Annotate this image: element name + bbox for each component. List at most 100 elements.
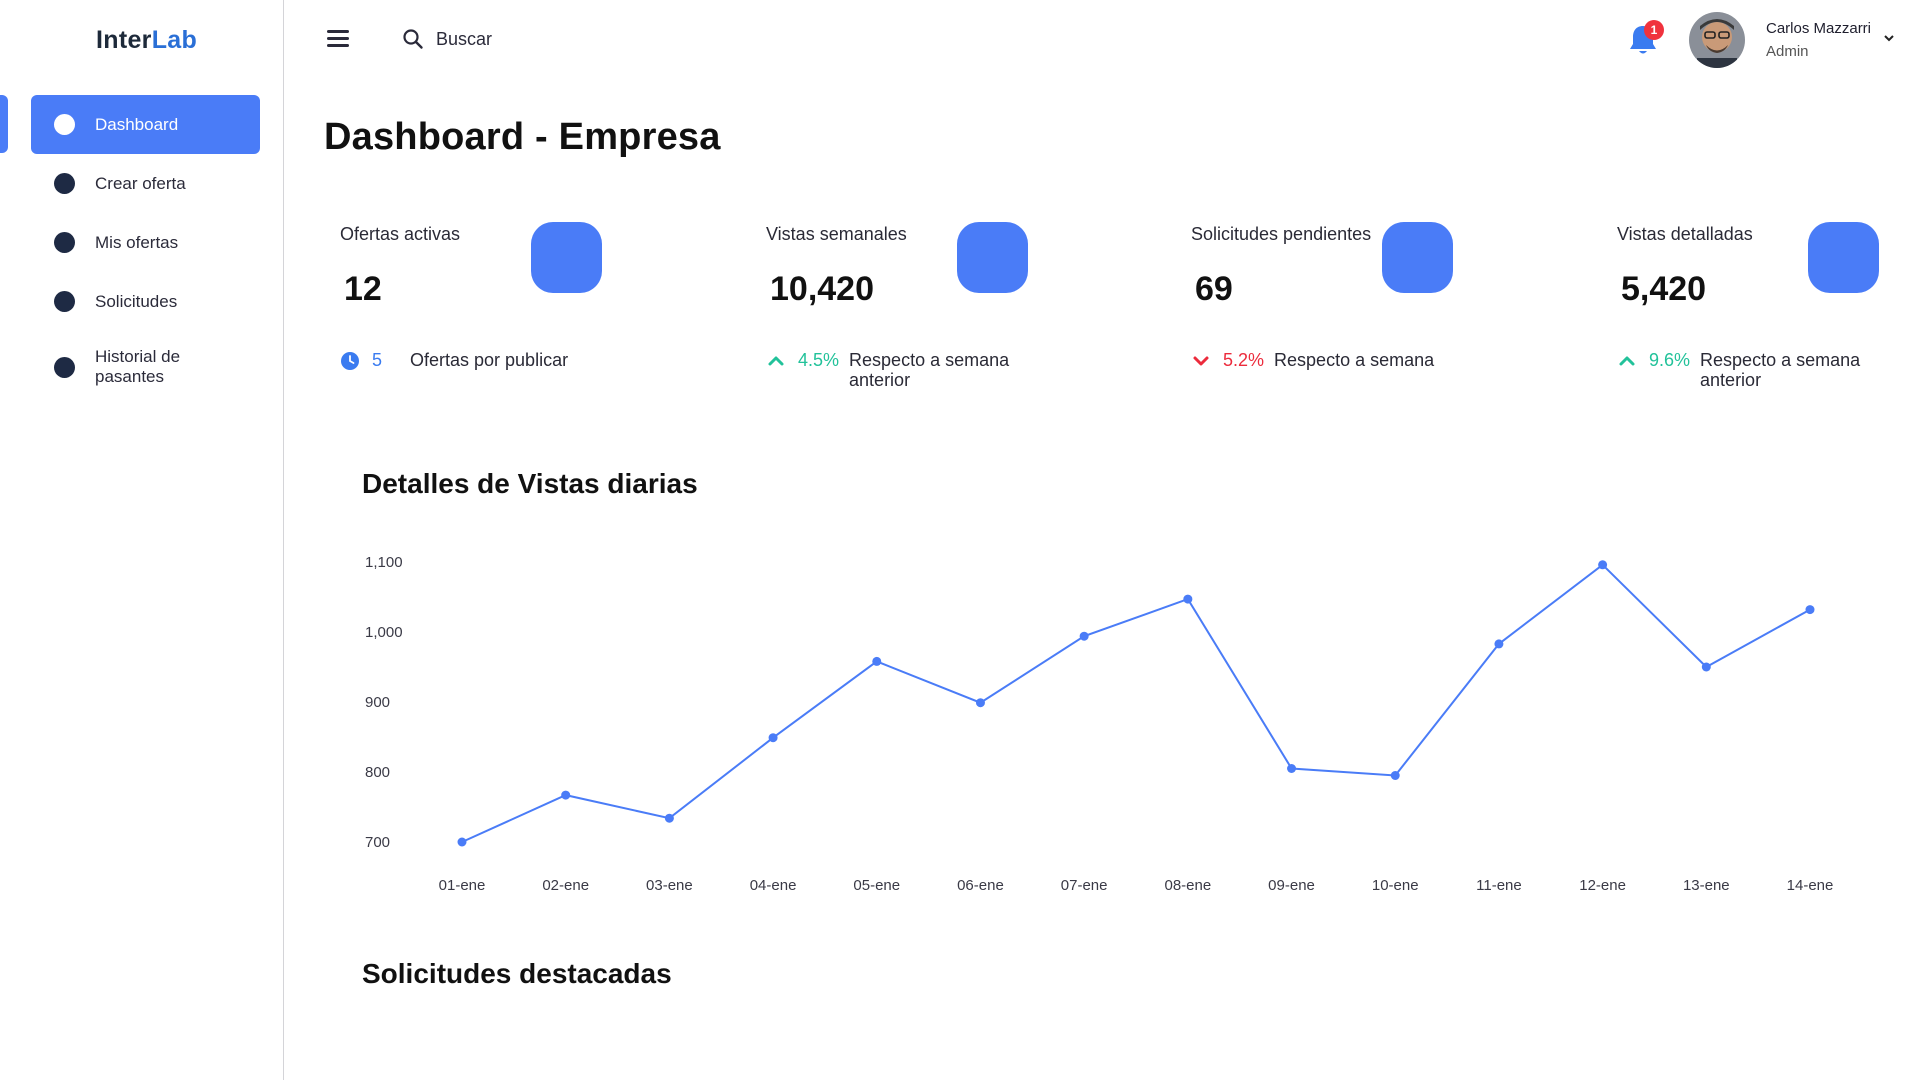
stat-footer-text: Respecto a semana anterior — [1700, 350, 1861, 390]
sidebar-item-dashboard[interactable]: Dashboard — [31, 95, 260, 154]
stat-footer-value: 5 — [372, 350, 383, 370]
menu-icon[interactable] — [327, 30, 349, 48]
stat-footer-text: Respecto a semana — [1274, 350, 1435, 370]
y-tick-label: 1,100 — [365, 554, 403, 571]
stat-value: 69 — [1195, 270, 1233, 308]
x-tick-label: 07-ene — [1061, 877, 1108, 894]
stat-card-icon — [1808, 222, 1879, 293]
y-tick-label: 900 — [365, 694, 390, 711]
stat-value: 10,420 — [770, 270, 874, 308]
y-tick-label: 700 — [365, 834, 390, 851]
stat-footer-value: 5.2% — [1223, 350, 1265, 370]
y-tick-label: 1,000 — [365, 624, 403, 641]
sidebar-item-label: Historial de pasantes — [95, 347, 181, 386]
stat-footer-value: 4.5% — [798, 350, 840, 370]
data-point[interactable] — [1183, 594, 1193, 604]
stat-footer: 4.5% Respecto a semana anterior — [766, 350, 1029, 390]
daily-views-chart: 700 800 900 1,000 1,100 01-ene 02-ene 03-ene 04-… — [365, 554, 1834, 894]
x-tick-label: 12-ene — [1579, 877, 1626, 894]
dashboard-icon — [54, 114, 75, 135]
x-tick-label: 10-ene — [1372, 877, 1419, 894]
stat-footer-text: Respecto a semana anterior — [849, 350, 1010, 390]
featured-section-title: Solicitudes destacadas — [362, 958, 672, 989]
sidebar-item-crear-oferta[interactable]: Crear oferta — [31, 154, 260, 213]
chevron-up-icon — [766, 351, 786, 371]
data-point[interactable] — [768, 733, 778, 743]
y-tick-label: 800 — [365, 764, 390, 781]
sidebar-nav: Dashboard Crear oferta Mis ofertas Solic… — [31, 95, 260, 403]
series-line — [461, 563, 1811, 843]
data-point[interactable] — [975, 698, 985, 708]
stat-value: 5,420 — [1621, 270, 1707, 308]
data-point[interactable] — [1494, 639, 1504, 649]
stat-label: Ofertas activas — [340, 224, 461, 244]
stat-label: Solicitudes pendientes — [1191, 224, 1372, 244]
data-point[interactable] — [1598, 560, 1608, 570]
data-point[interactable] — [561, 790, 571, 800]
clock-icon — [340, 351, 360, 371]
x-tick-label: 11-ene — [1476, 877, 1522, 894]
stat-card-solicitudes-pendientes: Solicitudes pendientes 69 5.2% Respecto … — [1175, 222, 1535, 402]
stat-footer-text: Ofertas por publicar — [410, 350, 569, 370]
stat-footer: 9.6% Respecto a semana anterior — [1617, 350, 1880, 390]
logo-text-lab: Lab — [151, 26, 198, 54]
crear-oferta-icon — [54, 173, 75, 194]
x-tick-label: 05-ene — [853, 877, 900, 894]
stat-card-vistas-detalladas: Vistas detalladas 5,420 9.6% Respecto a … — [1601, 222, 1920, 402]
sidebar-item-label: Solicitudes — [95, 291, 178, 311]
logo-text-inter: Inter — [96, 26, 152, 54]
x-tick-label: 04-ene — [750, 877, 797, 894]
x-tick-label: 02-ene — [542, 877, 589, 894]
chevron-down-icon — [1191, 351, 1211, 371]
x-tick-label: 14-ene — [1787, 877, 1834, 894]
sidebar-item-label: Mis ofertas — [95, 232, 179, 252]
data-point[interactable] — [1079, 631, 1089, 641]
mis-ofertas-icon — [54, 232, 75, 253]
stat-label: Vistas detalladas — [1617, 224, 1753, 244]
user-name: Carlos Mazzarri — [1766, 20, 1872, 37]
x-tick-label: 09-ene — [1268, 877, 1315, 894]
solicitudes-icon — [54, 291, 75, 312]
sidebar-item-label: Dashboard — [95, 114, 179, 134]
search-input[interactable] — [436, 28, 736, 50]
stat-card-icon — [957, 222, 1028, 293]
sidebar-item-label: Crear oferta — [95, 173, 186, 193]
avatar[interactable] — [1689, 12, 1745, 68]
x-tick-label: 13-ene — [1683, 877, 1730, 894]
x-tick-label: 06-ene — [957, 877, 1004, 894]
user-role: Admin — [1766, 43, 1809, 60]
sidebar-item-solicitudes[interactable]: Solicitudes — [31, 272, 260, 331]
data-point[interactable] — [1701, 662, 1711, 672]
sidebar-item-historial[interactable]: Historial de pasantes — [31, 331, 260, 403]
x-tick-label: 01-ene — [439, 877, 486, 894]
chevron-up-icon — [1617, 351, 1637, 371]
notification-badge: 1 — [1644, 20, 1664, 40]
x-tick-label: 03-ene — [646, 877, 693, 894]
active-indicator — [0, 95, 8, 153]
app-logo[interactable]: InterLab — [96, 26, 197, 55]
stat-value: 12 — [344, 270, 382, 308]
sidebar: InterLab Dashboard Crear oferta Mis ofer… — [0, 0, 284, 1080]
stat-footer: 5 Ofertas por publicar — [340, 350, 590, 371]
stat-card-vistas-semanales: Vistas semanales 10,420 4.5% Respecto a … — [750, 222, 1110, 402]
data-point[interactable] — [664, 813, 674, 823]
data-point[interactable] — [1805, 605, 1815, 615]
stat-footer: 5.2% Respecto a semana — [1191, 350, 1454, 371]
search-bar — [402, 26, 736, 52]
stat-footer-value: 9.6% — [1649, 350, 1691, 370]
data-point[interactable] — [1390, 771, 1400, 780]
stat-card-icon — [531, 222, 602, 293]
search-icon[interactable] — [402, 28, 424, 50]
page-title: Dashboard - Empresa — [324, 116, 721, 158]
historial-icon — [54, 356, 75, 378]
sidebar-item-mis-ofertas[interactable]: Mis ofertas — [31, 213, 260, 272]
stat-card-icon — [1382, 222, 1453, 293]
chart-title: Detalles de Vistas diarias — [362, 468, 698, 499]
stat-label: Vistas semanales — [766, 224, 907, 244]
data-point[interactable] — [872, 656, 882, 666]
x-tick-label: 08-ene — [1164, 877, 1211, 894]
data-point[interactable] — [1287, 764, 1297, 773]
chevron-down-icon[interactable] — [1882, 31, 1896, 45]
data-point[interactable] — [457, 837, 467, 847]
stat-card-ofertas-activas: Ofertas activas 12 5 Ofertas por publica… — [324, 222, 684, 402]
